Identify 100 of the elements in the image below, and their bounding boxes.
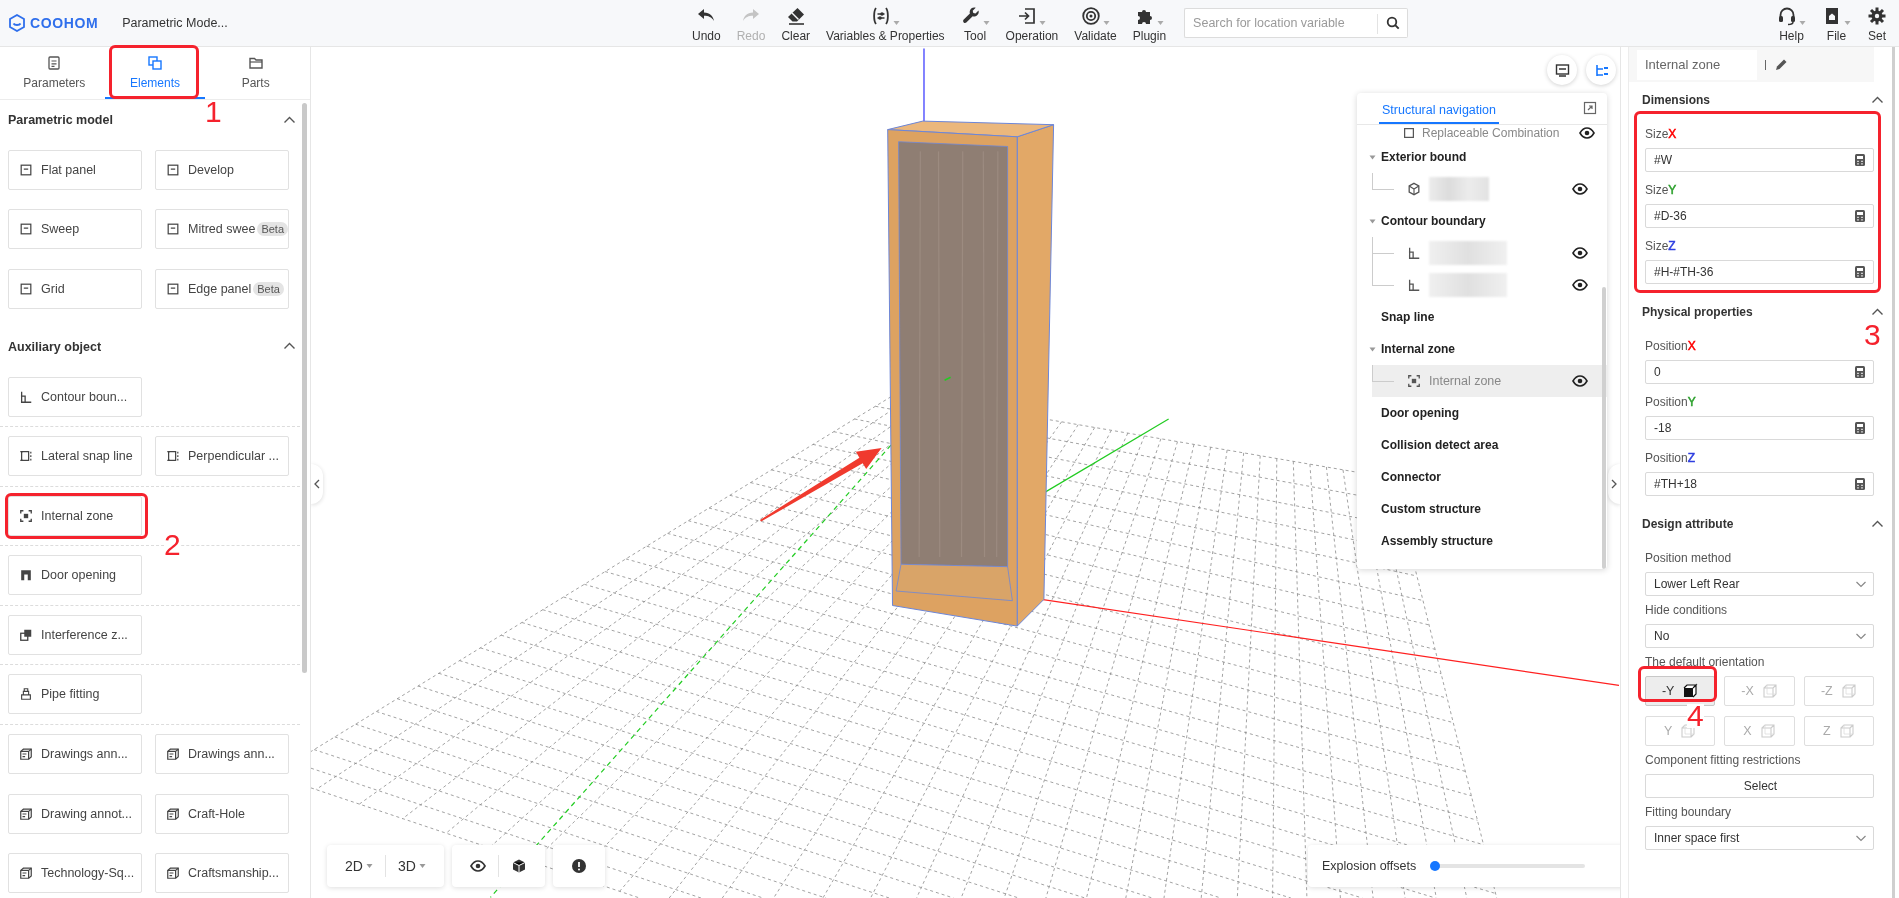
tree-group[interactable]: Snap line bbox=[1357, 301, 1607, 333]
calculator-icon[interactable] bbox=[1853, 153, 1867, 167]
display-button[interactable] bbox=[1547, 55, 1577, 85]
item-label: Replaceable Combination bbox=[1422, 126, 1560, 140]
tree-item[interactable]: Replaceable Combination bbox=[1372, 125, 1607, 141]
element-item[interactable]: Sweep bbox=[8, 209, 142, 250]
caret-down-icon[interactable] bbox=[1369, 153, 1376, 161]
logo-wordmark: COOHOM bbox=[30, 15, 99, 31]
structure-button[interactable] bbox=[1586, 55, 1616, 85]
element-item[interactable]: Interference z... bbox=[8, 614, 142, 655]
overlap-icon bbox=[19, 627, 33, 642]
formula-field[interactable]: #H-#TH-36 bbox=[1645, 260, 1874, 284]
eye-icon[interactable] bbox=[1579, 125, 1595, 141]
tree-group[interactable]: Exterior bound bbox=[1357, 141, 1607, 173]
tree-group[interactable]: Connector bbox=[1357, 461, 1607, 493]
scrollbar[interactable] bbox=[1892, 47, 1895, 898]
element-item[interactable]: Craft-Hole bbox=[155, 793, 289, 834]
variables-button[interactable]: Variables & Properties bbox=[818, 3, 953, 43]
element-item[interactable]: Drawing annot... bbox=[8, 793, 142, 834]
frame-icon bbox=[19, 449, 33, 464]
element-item[interactable]: Drawings ann... bbox=[155, 734, 289, 775]
tab[interactable]: Structural navigation bbox=[1379, 103, 1499, 124]
layers-icon bbox=[147, 54, 163, 71]
step-number: 3 bbox=[1864, 323, 1881, 347]
formula-field[interactable]: -18 bbox=[1645, 416, 1874, 440]
tree-group[interactable]: Contour boundary bbox=[1357, 205, 1607, 237]
tree-group[interactable]: Door opening bbox=[1357, 397, 1607, 429]
element-item[interactable]: Perpendicular ... bbox=[155, 436, 289, 477]
calculator-icon[interactable] bbox=[1853, 265, 1867, 279]
settings-button[interactable]: Set bbox=[1859, 3, 1895, 43]
formula-field[interactable]: 0 bbox=[1645, 360, 1874, 384]
calculator-icon[interactable] bbox=[1853, 365, 1867, 379]
section-title: Auxiliary object bbox=[8, 339, 102, 354]
section-title: Parametric model bbox=[8, 113, 113, 127]
file-button[interactable]: File bbox=[1814, 3, 1859, 43]
tree-group[interactable]: Custom structure bbox=[1357, 493, 1607, 525]
element-item[interactable]: Develop bbox=[155, 149, 289, 190]
orientation-button[interactable]: -Y bbox=[1645, 676, 1716, 706]
pencil-icon[interactable] bbox=[1774, 57, 1788, 72]
element-item[interactable]: Lateral snap line bbox=[8, 436, 142, 477]
plugin-button[interactable]: Plugin bbox=[1124, 3, 1175, 43]
name-field[interactable]: Internal zone bbox=[1637, 49, 1757, 80]
formula-field[interactable]: #TH+18 bbox=[1645, 472, 1874, 496]
element-item[interactable]: Mitred swee Beta bbox=[155, 209, 289, 250]
collapse-handle[interactable] bbox=[311, 464, 323, 504]
eye-icon[interactable] bbox=[1572, 277, 1588, 293]
help-button[interactable]: Help bbox=[1769, 3, 1814, 43]
caret-down-icon[interactable] bbox=[1369, 345, 1376, 353]
box-icon bbox=[166, 747, 180, 762]
section-title: Design attribute bbox=[1642, 517, 1734, 531]
calculator-icon[interactable] bbox=[1853, 209, 1867, 223]
element-item[interactable]: Contour boun... bbox=[8, 376, 142, 417]
cube-icon bbox=[1838, 723, 1855, 739]
focus-frame-icon bbox=[1407, 374, 1421, 388]
element-item[interactable]: Internal zone bbox=[8, 495, 142, 536]
element-item[interactable]: Edge panel Beta bbox=[155, 268, 289, 309]
box-icon bbox=[19, 806, 33, 821]
tree-group[interactable]: Assembly structure bbox=[1357, 525, 1607, 557]
view-mode-button[interactable]: 3D bbox=[385, 851, 438, 881]
eye-icon[interactable] bbox=[1572, 245, 1588, 261]
collapse-handle[interactable] bbox=[1608, 464, 1620, 504]
scrollbar[interactable] bbox=[302, 103, 307, 673]
element-item[interactable]: Technology-Sq... bbox=[8, 853, 142, 894]
eye-icon[interactable] bbox=[1572, 181, 1588, 197]
validate-button[interactable]: Validate bbox=[1066, 3, 1125, 43]
element-item[interactable]: Drawings ann... bbox=[8, 734, 142, 775]
headset-icon bbox=[1777, 5, 1797, 26]
element-item[interactable]: Craftsmanship... bbox=[155, 853, 289, 894]
chevron-left-icon bbox=[313, 479, 321, 489]
element-item[interactable]: Pipe fitting bbox=[8, 674, 142, 715]
element-item[interactable]: Door opening bbox=[8, 555, 142, 596]
calculator-icon[interactable] bbox=[1853, 421, 1867, 435]
expand-icon[interactable] bbox=[1583, 101, 1597, 115]
tree-group[interactable]: Collision detect area bbox=[1357, 429, 1607, 461]
formula-field[interactable]: #W bbox=[1645, 148, 1874, 172]
clear-button[interactable]: Clear bbox=[773, 3, 819, 43]
tab[interactable]: Elements bbox=[104, 47, 206, 99]
slider-thumb[interactable] bbox=[1430, 861, 1441, 871]
tab[interactable]: Parts bbox=[205, 47, 306, 99]
tool-button[interactable]: Tool bbox=[952, 3, 998, 43]
eye-icon[interactable] bbox=[1572, 373, 1588, 389]
chevron-right-icon bbox=[1610, 479, 1618, 489]
dropdown-field[interactable]: No bbox=[1645, 624, 1874, 648]
field-label: The default orientation bbox=[1645, 654, 1765, 670]
calculator-icon[interactable] bbox=[1853, 477, 1867, 491]
formula-field[interactable]: #D-36 bbox=[1645, 204, 1874, 228]
operation-button[interactable]: Operation bbox=[997, 3, 1067, 43]
element-item[interactable]: Grid bbox=[8, 268, 142, 309]
element-item[interactable]: Flat panel bbox=[8, 149, 142, 190]
field-label: PositionY bbox=[1645, 394, 1696, 410]
tree-group[interactable]: Internal zone bbox=[1357, 333, 1607, 365]
tab[interactable]: Parameters bbox=[4, 47, 105, 99]
select-button[interactable]: Select bbox=[1645, 774, 1874, 798]
door-icon bbox=[19, 568, 33, 583]
dropdown-field[interactable]: Lower Left Rear bbox=[1645, 572, 1874, 596]
undo-button[interactable]: Undo bbox=[684, 3, 729, 43]
dropdown-field[interactable]: Inner space first bbox=[1645, 826, 1874, 850]
cube-icon bbox=[510, 858, 527, 874]
caret-down-icon[interactable] bbox=[1369, 217, 1376, 225]
view-mode-button[interactable]: 2D bbox=[333, 851, 385, 881]
